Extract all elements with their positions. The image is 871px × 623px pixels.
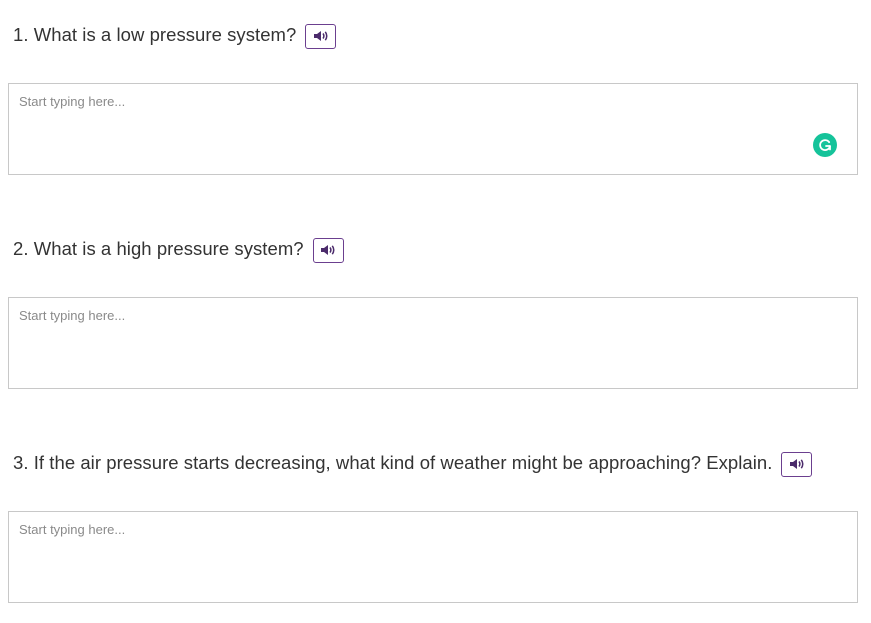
question-2-read-aloud-button[interactable] — [312, 237, 344, 263]
question-3-answer-input[interactable] — [9, 512, 857, 602]
speaker-icon — [789, 459, 804, 469]
question-3-prompt-row: 3. If the air pressure starts decreasing… — [13, 448, 813, 478]
speaker-icon — [321, 245, 335, 255]
question-2-answer-input[interactable] — [9, 298, 857, 388]
question-2-answer-box — [8, 297, 858, 389]
question-1-prompt-row: 1. What is a low pressure system? — [13, 20, 337, 50]
grammarly-g-icon — [819, 139, 831, 151]
question-2-prompt-row: 2. What is a high pressure system? — [13, 234, 344, 264]
question-1-answer-box — [8, 83, 858, 175]
question-1-read-aloud-button[interactable] — [305, 23, 337, 49]
question-3-prompt: 3. If the air pressure starts decreasing… — [13, 452, 773, 473]
question-3-answer-box — [8, 511, 858, 603]
question-1-answer-input[interactable] — [9, 84, 857, 174]
speaker-icon — [313, 31, 328, 41]
question-3-read-aloud-button[interactable] — [781, 451, 813, 477]
grammarly-icon[interactable] — [813, 133, 837, 157]
question-2-prompt: 2. What is a high pressure system? — [13, 238, 304, 259]
question-1-prompt: 1. What is a low pressure system? — [13, 24, 297, 45]
